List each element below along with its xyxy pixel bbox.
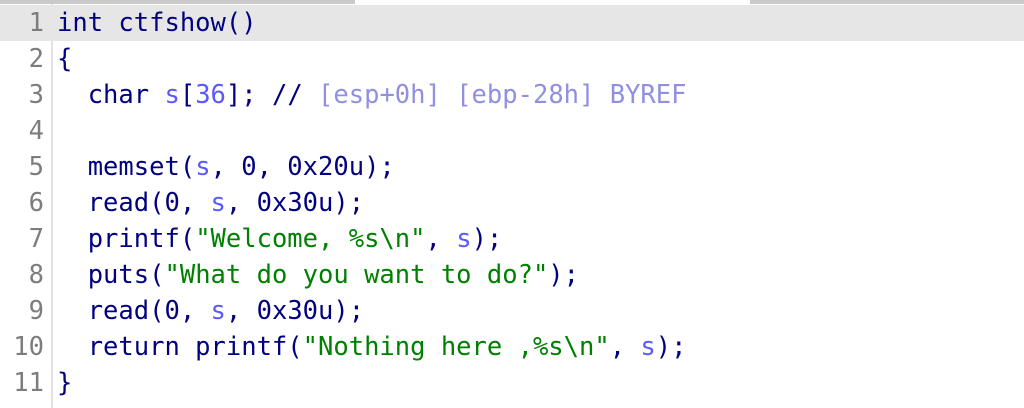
line-number: 1 <box>28 8 44 38</box>
line-number: 9 <box>28 296 44 326</box>
code-token: char <box>57 80 165 110</box>
code-token: { <box>57 44 73 74</box>
code-token: ctfshow <box>103 8 226 38</box>
code-line[interactable]: 8 puts("What do you want to do?"); <box>0 257 1024 293</box>
code-token: s <box>210 188 226 218</box>
code-token: read <box>57 296 150 326</box>
code-token: (0, <box>149 188 211 218</box>
pseudocode-editor[interactable]: 1 int ctfshow() 2{3 char s[36]; // [esp+0h… <box>0 4 1024 408</box>
code-token: read <box>57 188 150 218</box>
code-line[interactable]: 6 read(0, s, 0x30u); <box>0 185 1024 221</box>
code-token: ); <box>471 224 503 254</box>
code-line[interactable]: 5 memset(s, 0, 0x20u); <box>0 149 1024 185</box>
line-number: 6 <box>28 188 44 218</box>
code-token: s <box>640 332 656 362</box>
code-token: , 0x30u); <box>225 296 365 326</box>
code-token: int <box>57 8 104 38</box>
line-number: 2 <box>28 44 44 74</box>
code-token: "What do you want to do?" <box>164 260 549 290</box>
code-line[interactable]: 7 printf("Welcome, %s\n", s); <box>0 221 1024 257</box>
line-number: 8 <box>28 260 44 290</box>
code-token: "Welcome, %s\n" <box>195 224 426 254</box>
code-line[interactable]: 3 char s[36]; // [esp+0h] [ebp-28h] BYRE… <box>0 77 1024 113</box>
line-number: 10 <box>13 332 44 362</box>
code-token: s <box>164 80 180 110</box>
code-token: (0, <box>149 296 211 326</box>
code-token: () <box>225 8 257 38</box>
line-number: 5 <box>28 152 44 182</box>
code-token: ( <box>149 260 165 290</box>
code-token: // <box>271 80 319 110</box>
code-token: ( <box>287 332 303 362</box>
code-token: ( <box>179 224 196 254</box>
code-token: s <box>195 152 211 182</box>
code-text[interactable]: return printf("Nothing here ,%s\n", s); <box>57 329 687 365</box>
code-line[interactable]: 1 int ctfshow() <box>0 5 1024 41</box>
code-token: memset <box>57 152 180 182</box>
line-number: 4 <box>28 116 44 146</box>
code-text[interactable]: int ctfshow() <box>57 5 257 41</box>
code-token: printf <box>57 224 180 254</box>
code-text[interactable]: puts("What do you want to do?"); <box>57 257 579 293</box>
code-text[interactable]: read(0, s, 0x30u); <box>57 185 364 221</box>
line-number: 11 <box>13 368 44 398</box>
code-token: 36 <box>195 80 226 110</box>
code-text[interactable]: memset(s, 0, 0x20u); <box>57 149 395 185</box>
code-text[interactable]: char s[36]; // [esp+0h] [ebp-28h] BYREF <box>57 77 687 113</box>
code-text[interactable]: printf("Welcome, %s\n", s); <box>57 221 503 257</box>
code-token: , <box>425 224 457 254</box>
code-text[interactable]: read(0, s, 0x30u); <box>57 293 364 329</box>
code-token: ( <box>179 152 196 182</box>
code-line[interactable]: 2{ <box>0 41 1024 77</box>
line-number: 7 <box>28 224 44 254</box>
code-line[interactable]: 4 <box>0 113 1024 149</box>
code-token: s <box>210 296 226 326</box>
code-text[interactable]: { <box>57 41 72 77</box>
code-token: , 0x30u); <box>225 188 365 218</box>
code-token: } <box>57 368 73 398</box>
code-token: ]; <box>225 80 272 110</box>
code-token: s <box>456 224 472 254</box>
line-number: 3 <box>28 80 44 110</box>
code-line[interactable]: 9 read(0, s, 0x30u); <box>0 293 1024 329</box>
code-token: [ <box>179 80 196 110</box>
code-token: printf <box>195 332 288 362</box>
code-token: [esp+0h] [ebp-28h] BYREF <box>318 80 687 110</box>
code-token: ); <box>548 260 580 290</box>
code-token: , 0, 0x20u); <box>210 152 395 182</box>
code-token: puts <box>57 260 150 290</box>
code-token: , <box>609 332 641 362</box>
code-token: "Nothing here ,%s\n" <box>302 332 610 362</box>
code-line[interactable]: 11} <box>0 365 1024 401</box>
code-token: return <box>57 332 196 362</box>
code-line[interactable]: 10 return printf("Nothing here ,%s\n", s… <box>0 329 1024 365</box>
code-token: ); <box>655 332 687 362</box>
code-text[interactable]: } <box>57 365 72 401</box>
